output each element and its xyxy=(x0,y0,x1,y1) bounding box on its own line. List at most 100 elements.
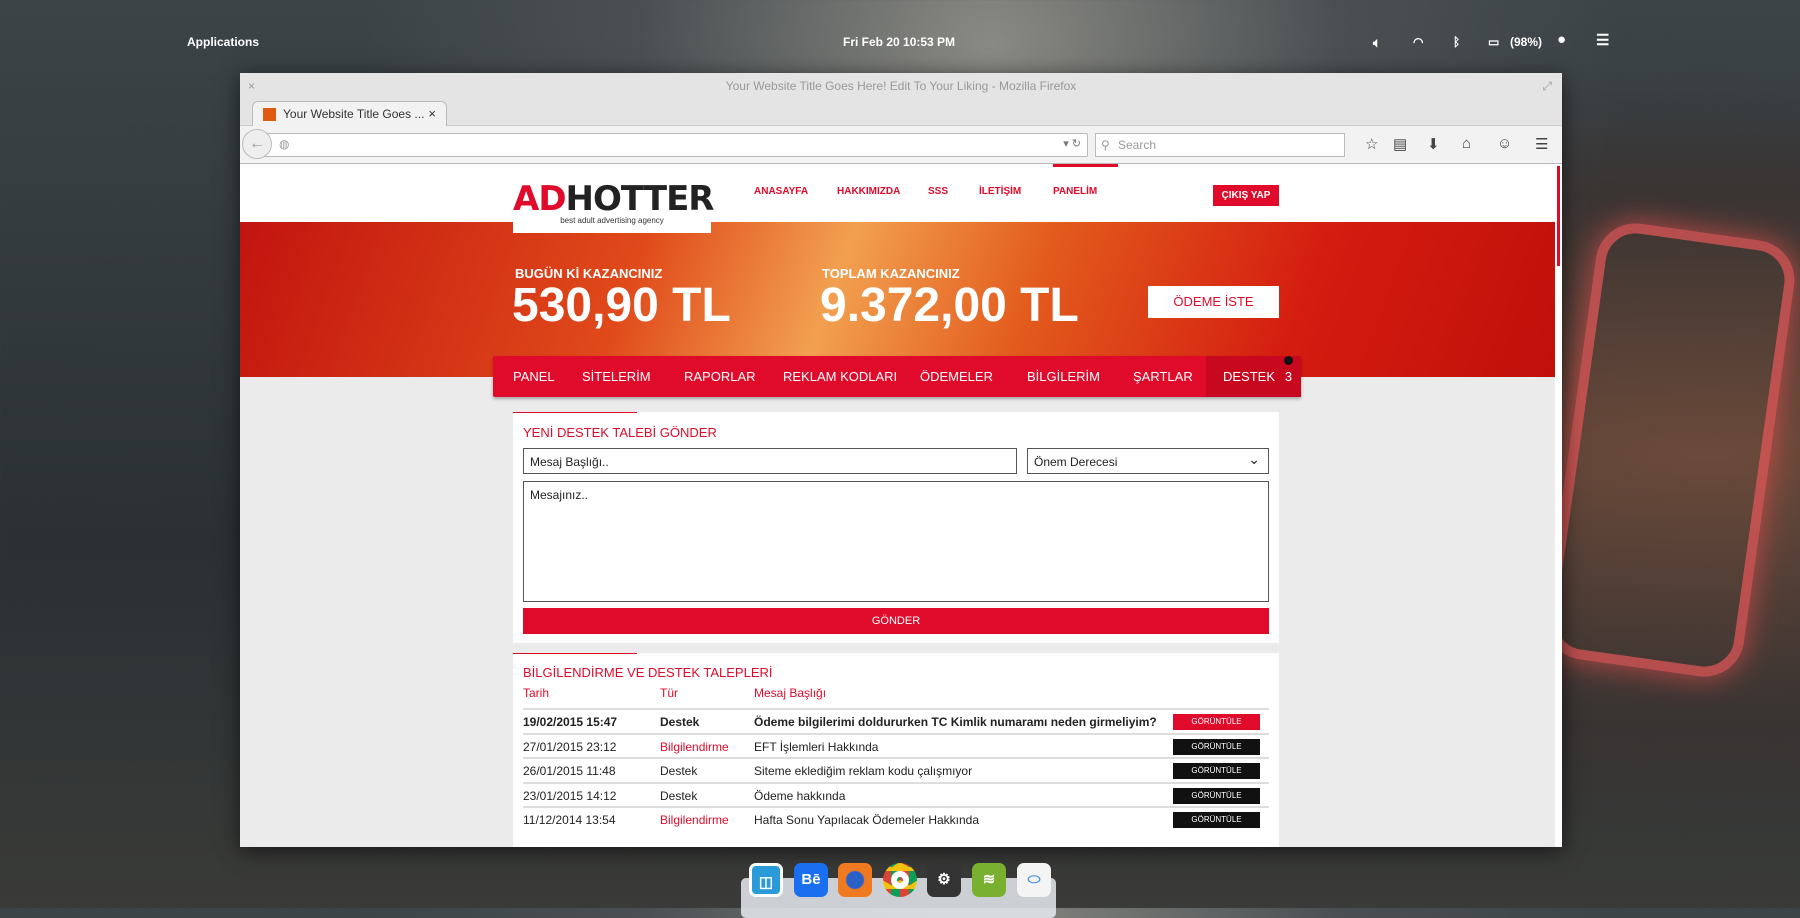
logo-hotter: HOTTER xyxy=(565,179,715,219)
clock[interactable]: Fri Feb 20 10:53 PM xyxy=(843,35,955,49)
menu-destek-label: DESTEK xyxy=(1223,369,1276,384)
battery-icon[interactable]: ▭ xyxy=(1488,35,1499,49)
notifications-icon[interactable]: ● xyxy=(1557,31,1566,48)
menu-sitelerim[interactable]: SİTELERİM xyxy=(582,356,651,397)
row-date: 23/01/2015 14:12 xyxy=(523,788,617,803)
menu-raporlar[interactable]: RAPORLAR xyxy=(684,356,756,397)
title-bar: × Your Website Title Goes Here! Edit To … xyxy=(240,73,1562,99)
row-subject: Ödeme bilgilerimi doldururken TC Kimlik … xyxy=(754,715,1157,729)
firefox-window: × Your Website Title Goes Here! Edit To … xyxy=(240,73,1562,847)
row-date: 19/02/2015 15:47 xyxy=(523,715,618,729)
submit-button[interactable]: GÖNDER xyxy=(523,608,1269,634)
applications-menu[interactable]: Applications xyxy=(187,35,259,49)
nav-iletisim[interactable]: İLETİŞİM xyxy=(979,186,1021,197)
row-subject: EFT İşlemleri Hakkında xyxy=(754,739,879,754)
menu-panel[interactable]: PANEL xyxy=(513,356,555,397)
new-ticket-title: YENİ DESTEK TALEBİ GÖNDER xyxy=(523,425,717,440)
bookmark-star-icon[interactable]: ☆ xyxy=(1365,135,1378,153)
table-row[interactable]: 19/02/2015 15:47 Destek Ödeme bilgilerim… xyxy=(523,708,1269,732)
view-button[interactable]: GÖRÜNTÜLE xyxy=(1173,763,1260,780)
workspace-icon[interactable]: ◫ xyxy=(749,863,783,897)
view-button[interactable]: GÖRÜNTÜLE xyxy=(1173,812,1260,829)
switchboard-icon[interactable]: ⬭ xyxy=(1017,863,1051,897)
active-nav-indicator xyxy=(1053,164,1118,167)
main-menu: PANEL SİTELERİM RAPORLAR REKLAM KODLARI … xyxy=(493,356,1301,397)
close-window-icon[interactable]: × xyxy=(248,73,255,99)
menu-sartlar[interactable]: ŞARTLAR xyxy=(1133,356,1193,397)
web-page: ANASAYFA HAKKIMIZDA SSS İLETİŞİM PANELİM… xyxy=(240,164,1555,847)
view-button[interactable]: GÖRÜNTÜLE xyxy=(1173,787,1260,804)
chevron-down-icon: ⌄ xyxy=(1248,451,1260,467)
scrollbar[interactable] xyxy=(1555,164,1562,847)
row-type: Destek xyxy=(660,715,700,729)
today-earnings-amount: 530,90 TL xyxy=(512,279,731,332)
row-date: 27/01/2015 23:12 xyxy=(523,739,617,754)
adhotter-logo[interactable]: ADHOTTER best adult advertising agency xyxy=(513,172,715,233)
table-row[interactable]: 11/12/2014 13:54 Bilgilendirme Hafta Son… xyxy=(523,806,1269,830)
maximize-icon[interactable]: ⤢ xyxy=(1542,73,1552,99)
firefox-icon[interactable] xyxy=(838,863,872,897)
row-subject: Ödeme hakkında xyxy=(754,788,846,803)
chrome-icon[interactable] xyxy=(883,863,917,897)
priority-value: Önem Derecesi xyxy=(1034,455,1118,469)
home-icon[interactable]: ⌂ xyxy=(1462,135,1471,152)
tickets-card: BİLGİLENDİRME VE DESTEK TALEPLERİ Tarih … xyxy=(513,653,1279,847)
bluetooth-icon[interactable]: ᛒ xyxy=(1453,35,1460,49)
menu-icon[interactable]: ☰ xyxy=(1596,31,1609,49)
nav-hakkimizda[interactable]: HAKKIMIZDA xyxy=(837,186,900,197)
menu-odemeler[interactable]: ÖDEMELER xyxy=(920,356,993,397)
earnings-banner: BUGÜN Kİ KAZANCINIZ 530,90 TL TOPLAM KAZ… xyxy=(240,222,1555,377)
total-earnings-amount: 9.372,00 TL xyxy=(820,279,1079,332)
nav-sss[interactable]: SSS xyxy=(928,186,948,197)
view-button[interactable]: GÖRÜNTÜLE xyxy=(1173,714,1260,730)
close-tab-icon[interactable]: × xyxy=(428,102,436,126)
nav-anasayfa[interactable]: ANASAYFA xyxy=(754,186,808,197)
volume-icon[interactable]: 🔈︎ xyxy=(1373,35,1381,51)
browser-tab[interactable]: Your Website Title Goes ... × xyxy=(252,101,447,127)
row-subject: Siteme eklediğim reklam kodu çalışmıyor xyxy=(754,764,973,779)
battery-percent: (98%) xyxy=(1510,35,1543,49)
row-type: Bilgilendirme xyxy=(660,739,729,754)
logout-button[interactable]: ÇIKIŞ YAP xyxy=(1213,185,1279,206)
favicon-icon xyxy=(263,108,276,121)
reload-icon[interactable]: ▾ ↻ xyxy=(1063,137,1081,150)
header-date: Tarih xyxy=(523,686,550,700)
back-button[interactable]: ← xyxy=(242,129,272,159)
row-subject: Hafta Sonu Yapılacak Ödemeler Hakkında xyxy=(754,813,980,828)
globe-icon: ◍ xyxy=(279,137,290,151)
wifi-icon[interactable]: ◠ xyxy=(1413,35,1423,49)
tickets-title: BİLGİLENDİRME VE DESTEK TALEPLERİ xyxy=(523,665,773,680)
menu-destek[interactable]: DESTEK 3 xyxy=(1206,356,1301,397)
message-textarea[interactable]: Mesajınız.. xyxy=(523,481,1269,602)
view-button[interactable]: GÖRÜNTÜLE xyxy=(1173,738,1260,755)
search-input[interactable]: ⚲ Search xyxy=(1095,133,1345,157)
window-title: Your Website Title Goes Here! Edit To Yo… xyxy=(725,79,1077,93)
table-row[interactable]: 26/01/2015 11:48 Destek Siteme eklediğim… xyxy=(523,757,1269,781)
system-top-bar: Applications Fri Feb 20 10:53 PM 🔈︎ ◠ ᛒ … xyxy=(0,0,1800,80)
menu-bilgilerim[interactable]: BİLGİLERİM xyxy=(1027,356,1100,397)
row-type: Destek xyxy=(660,764,698,779)
spotify-icon[interactable]: ≋ xyxy=(972,863,1006,897)
search-placeholder: Search xyxy=(1118,138,1157,152)
hamburger-menu-icon[interactable]: ☰ xyxy=(1535,135,1548,153)
priority-select[interactable]: Önem Derecesi ⌄ xyxy=(1027,448,1269,474)
row-date: 26/01/2015 11:48 xyxy=(523,764,616,779)
table-row[interactable]: 27/01/2015 23:12 Bilgilendirme EFT İşlem… xyxy=(523,732,1269,757)
menu-reklam-kodlari[interactable]: REKLAM KODLARI xyxy=(783,356,897,397)
new-ticket-card: YENİ DESTEK TALEBİ GÖNDER Mesaj Başlığı.… xyxy=(513,412,1279,643)
url-bar[interactable]: ◍ ▾ ↻ xyxy=(248,133,1088,157)
reading-list-icon[interactable]: ▤ xyxy=(1393,135,1407,153)
subject-input[interactable]: Mesaj Başlığı.. xyxy=(523,448,1017,474)
request-payment-button[interactable]: ÖDEME İSTE xyxy=(1148,286,1279,318)
download-icon[interactable]: ⬇ xyxy=(1427,135,1440,153)
chat-icon[interactable]: ☺ xyxy=(1497,135,1512,152)
nav-panelim[interactable]: PANELİM xyxy=(1053,186,1097,197)
search-icon: ⚲ xyxy=(1101,138,1110,152)
table-row[interactable]: 23/01/2015 14:12 Destek Ödeme hakkında G… xyxy=(523,781,1269,806)
row-type: Destek xyxy=(660,788,698,803)
row-date: 11/12/2014 13:54 xyxy=(523,813,616,828)
header-type: Tür xyxy=(660,686,678,700)
header-subject: Mesaj Başlığı xyxy=(754,686,827,700)
behance-icon[interactable]: Bē xyxy=(794,863,828,897)
steam-icon[interactable]: ⚙ xyxy=(927,863,961,897)
